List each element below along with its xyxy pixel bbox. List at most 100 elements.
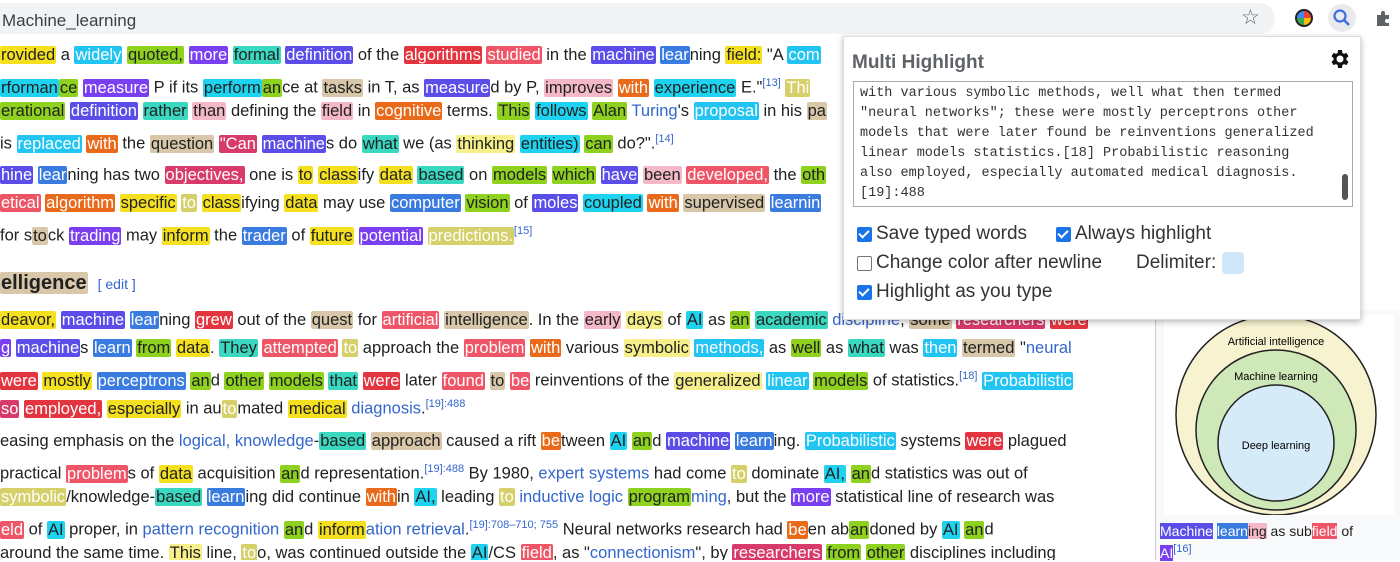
citation-link[interactable]: [19]:708–710; 755 xyxy=(469,519,558,531)
article-link[interactable]: expert systems xyxy=(538,465,649,483)
highlighted-word: lear xyxy=(37,166,68,184)
text-run: as xyxy=(764,339,791,357)
highlighted-word: were xyxy=(0,371,38,390)
article-link[interactable]: inductive logic xyxy=(519,488,623,506)
highlighted-word: definition xyxy=(69,102,138,120)
text-run xyxy=(197,194,202,212)
always-highlight-checkbox[interactable] xyxy=(1056,226,1071,242)
text-run: on xyxy=(464,166,492,184)
color-extension-icon[interactable] xyxy=(1290,4,1318,32)
textarea-line: linear models statistics.[18] Probabilis… xyxy=(860,146,1290,161)
highlighted-word: data xyxy=(158,464,193,483)
highlighted-word: other xyxy=(865,544,906,560)
url-text: Machine_learning xyxy=(2,11,137,30)
highlighted-word: trader xyxy=(241,226,287,245)
gear-icon[interactable] xyxy=(1328,47,1352,71)
highlighted-word: with xyxy=(365,488,397,506)
address-bar[interactable]: Machine_learning xyxy=(0,3,1275,34)
change-color-option[interactable]: Change color after newline xyxy=(857,252,1102,274)
citation-link[interactable]: [13] xyxy=(762,77,780,89)
citation-link[interactable]: [16] xyxy=(1173,543,1191,555)
article-link[interactable]: ming xyxy=(691,488,727,506)
highlighted-word: were xyxy=(362,371,401,390)
text-run: d representation. xyxy=(300,464,425,483)
text-run xyxy=(184,46,189,64)
article-link[interactable]: diagnosis xyxy=(347,400,421,418)
words-textarea[interactable]: with various symbolic methods, well what… xyxy=(853,81,1353,207)
text-run: disciplines including xyxy=(905,544,1056,560)
text-run: ing. xyxy=(773,432,805,450)
highlighted-word: field: xyxy=(725,46,763,64)
highlighted-word: learnin xyxy=(769,194,822,212)
text-run: tween xyxy=(561,432,610,450)
highlight-as-type-checkbox[interactable] xyxy=(857,284,872,300)
article-line: easing emphasis on the logical, knowledg… xyxy=(0,430,1067,452)
save-typed-option[interactable]: Save typed words xyxy=(857,223,1027,245)
highlighted-word: algorithm xyxy=(45,194,115,212)
text-run: ning xyxy=(689,46,726,64)
highlighted-word: machine xyxy=(15,339,81,357)
highlighted-word: Machine xyxy=(1160,523,1213,539)
text-run: had come xyxy=(649,464,731,483)
text-run xyxy=(596,166,601,184)
edit-link[interactable]: [ edit ] xyxy=(98,276,136,292)
text-run: , as " xyxy=(552,544,590,560)
highlighted-word: other xyxy=(224,371,265,390)
text-run: Neural networks research had xyxy=(558,520,788,539)
article-link[interactable]: connectionism xyxy=(590,544,695,560)
article-link[interactable]: Turing xyxy=(627,102,677,120)
highlighted-word: AI, xyxy=(414,488,437,506)
highlighted-word: based xyxy=(155,488,203,506)
text-run: in xyxy=(353,102,376,120)
text-run: leading xyxy=(436,488,499,506)
change-color-checkbox[interactable] xyxy=(857,255,872,271)
text-run: d xyxy=(304,520,318,539)
article-link[interactable]: pattern recognition xyxy=(143,521,280,539)
article-line: were mostly perceptrons and other models… xyxy=(0,365,1074,392)
highlighted-word: from xyxy=(826,544,862,560)
always-highlight-option[interactable]: Always highlight xyxy=(1056,223,1211,245)
highlighted-word: to xyxy=(181,194,197,212)
highlighted-word: be xyxy=(787,520,808,539)
article-link[interactable]: neural xyxy=(1026,339,1072,357)
always-highlight-label: Always highlight xyxy=(1075,223,1212,244)
highlight-as-type-option[interactable]: Highlight as you type xyxy=(857,281,1052,303)
delimiter-input[interactable] xyxy=(1222,252,1245,274)
text-run: easing emphasis on the xyxy=(0,432,179,450)
highlighted-word: g xyxy=(0,339,12,357)
highlighted-word: replaced xyxy=(16,134,82,153)
figure-panel: Artificial intelligence Machine learning… xyxy=(1155,310,1400,561)
highlighted-word: trading xyxy=(68,226,122,245)
citation-link[interactable]: [15] xyxy=(514,225,532,237)
citation-link[interactable]: [18] xyxy=(959,370,977,382)
text-run xyxy=(354,227,359,245)
search-extension-icon[interactable] xyxy=(1328,4,1356,32)
textarea-scrollbar[interactable] xyxy=(1342,174,1348,200)
highlighted-word: definition xyxy=(285,46,354,64)
textarea-line: with various symbolic methods, well what… xyxy=(860,86,1282,101)
citation-link[interactable]: [19]:488 xyxy=(426,398,466,410)
highlighted-word: measure xyxy=(424,78,491,97)
text-run: proper, in xyxy=(64,520,143,539)
text-run: ck xyxy=(47,226,69,245)
text-run: ify xyxy=(357,166,379,184)
highlighted-word: an xyxy=(964,520,985,539)
article-link[interactable]: ation retrieval xyxy=(366,521,465,539)
text-run xyxy=(358,372,363,390)
text-run xyxy=(649,79,654,97)
puzzle-extension-icon[interactable] xyxy=(1370,4,1398,32)
citation-link[interactable]: [19]:488 xyxy=(424,463,464,475)
article-link[interactable]: logical, knowledge xyxy=(179,432,314,450)
highlighted-word: researchers xyxy=(732,544,822,560)
highlighted-word: linear xyxy=(766,371,809,390)
citation-link[interactable]: [14] xyxy=(655,133,673,145)
text-run: By 1980, xyxy=(464,464,539,483)
highlighted-word: days xyxy=(626,311,663,329)
highlighted-word: AI xyxy=(685,311,704,329)
highlighted-word: an xyxy=(261,78,283,97)
highlighted-word: thinking xyxy=(456,134,516,153)
star-icon[interactable]: ☆ xyxy=(1241,5,1260,30)
save-typed-checkbox[interactable] xyxy=(857,226,872,242)
text-run: approach the xyxy=(358,339,464,357)
highlighted-word: so xyxy=(0,399,20,418)
